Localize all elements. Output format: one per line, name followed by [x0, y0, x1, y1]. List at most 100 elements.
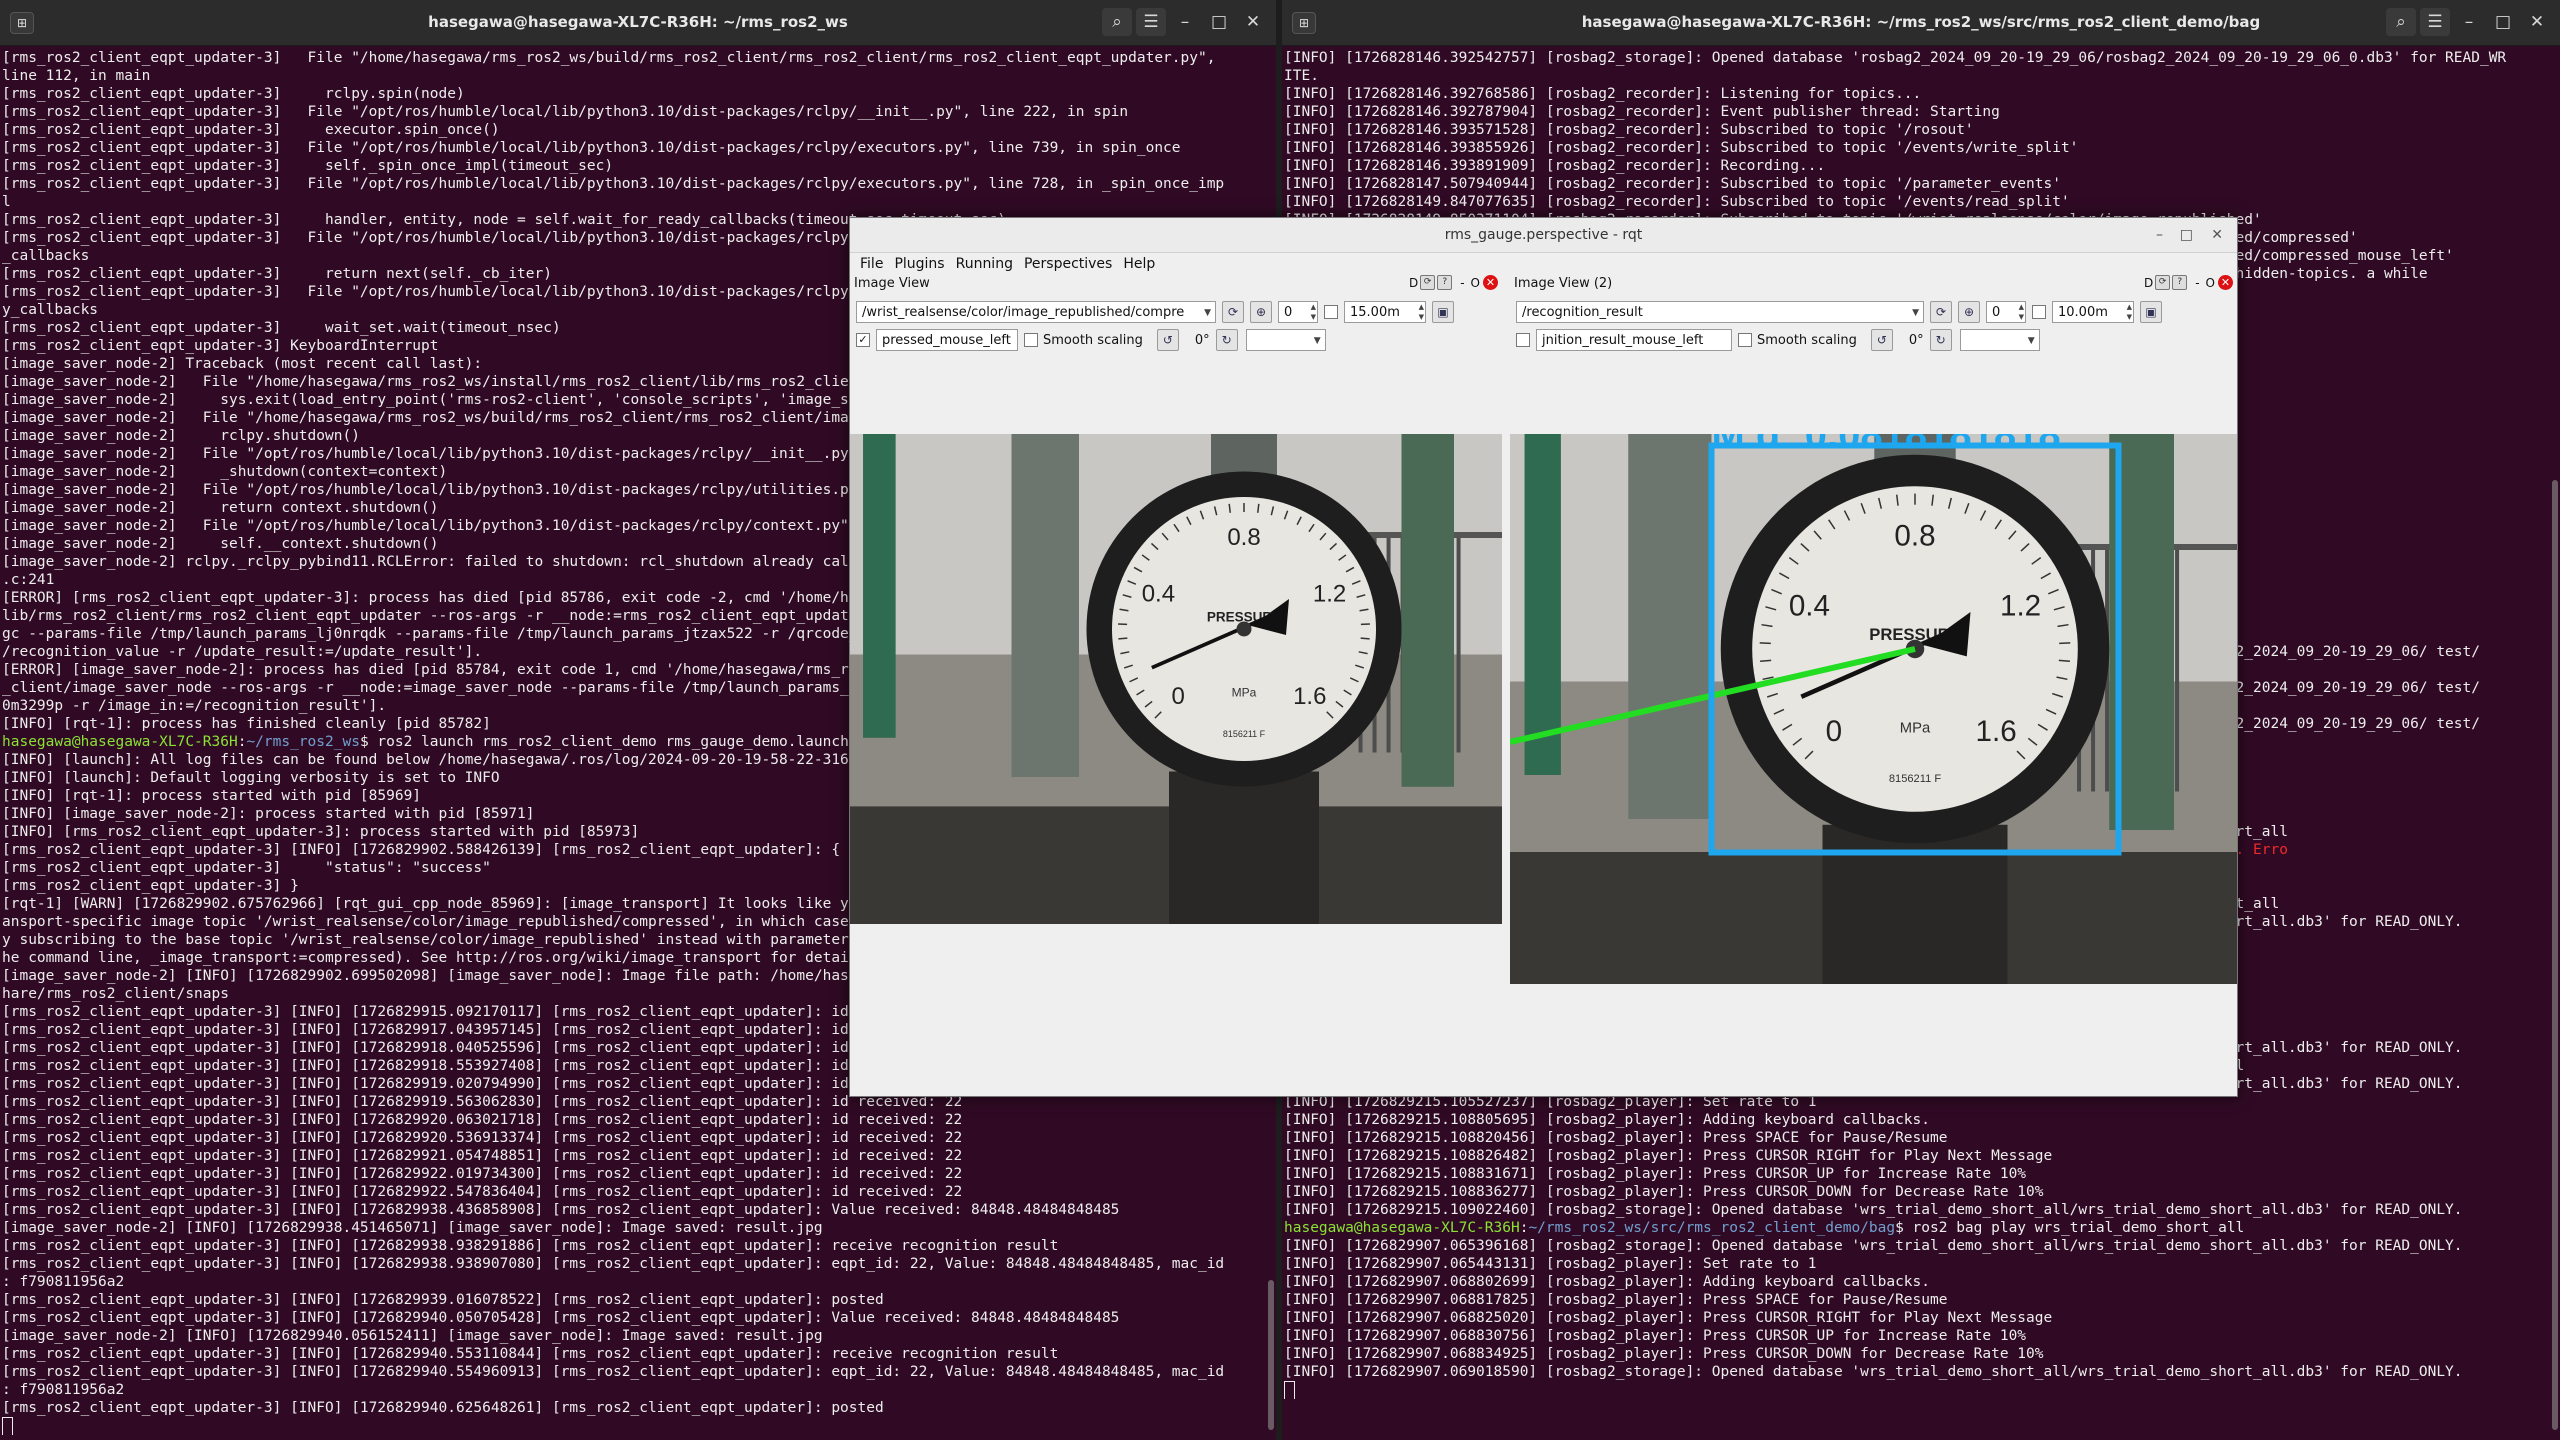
- maximize-icon[interactable]: □: [2180, 218, 2193, 252]
- max-range-value: 10.00m: [2058, 305, 2108, 320]
- dock-float-icon[interactable]: O: [1471, 276, 1480, 290]
- terminal-line: [rms_ros2_client_eqpt_updater-3] self._s…: [2, 158, 614, 174]
- gauge-tick-mark: [1760, 659, 1772, 662]
- minimize-icon[interactable]: –: [2454, 8, 2484, 36]
- gauge-tick-mark: [1360, 637, 1370, 640]
- terminal-left-titlebar[interactable]: ⊞ hasegawa@hasegawa-XL7C-R36H: ~/rms_ros…: [0, 0, 1276, 46]
- refresh-topics-icon[interactable]: ⟳: [1930, 301, 1952, 323]
- dock-d-label[interactable]: D: [1409, 276, 1418, 290]
- terminal-line: [INFO] [1726829907.065396168] [rosbag2_s…: [1284, 1238, 2463, 1254]
- terminal-line: [INFO] [1726829215.109022460] [rosbag2_s…: [1284, 1202, 2463, 1218]
- text-cursor: [2, 1417, 13, 1435]
- terminal-line: [INFO] [1726829215.108831671] [rosbag2_p…: [1284, 1166, 2027, 1182]
- image-view-dock-header[interactable]: Image View D ⟳ ? - O ✕: [850, 274, 1502, 294]
- minimize-icon[interactable]: –: [1170, 8, 1200, 36]
- camera-image-left[interactable]: 0 0.4 0.8 1.2 1.6 PRESSURE MPa 8156211 F: [850, 434, 1502, 924]
- green-pipe: [863, 434, 896, 738]
- terminal-line: [INFO] [1726829215.108805695] [rosbag2_p…: [1284, 1112, 1931, 1128]
- search-icon[interactable]: ⌕: [1102, 8, 1132, 36]
- smooth-scaling-checkbox[interactable]: [1024, 333, 1038, 347]
- menu-running[interactable]: Running: [956, 256, 1013, 272]
- smooth-line-checkbox[interactable]: [1324, 305, 1338, 319]
- save-image-icon[interactable]: ▣: [2140, 301, 2162, 323]
- recognition-result-image[interactable]: 0 0.4 0.8 1.2 1.6 PRESSURE MPa 8156211 FM d: 0.…: [1510, 434, 2237, 984]
- max-range-spinbox[interactable]: 15.00m ▲ ▼: [1344, 301, 1426, 323]
- green-pipe: [1524, 434, 1561, 775]
- zoom-spinbox[interactable]: 0 ▲ ▼: [1278, 301, 1318, 323]
- terminal-line: [rms_ros2_client_eqpt_updater-3] executo…: [2, 122, 500, 138]
- terminal-left-scrollbar[interactable]: [1268, 1280, 1274, 1430]
- color-scheme-select[interactable]: ▼: [1959, 329, 2040, 351]
- search-icon[interactable]: ⌕: [2386, 8, 2416, 36]
- zoom-icon[interactable]: ⊕: [1250, 301, 1272, 323]
- help-icon[interactable]: ?: [2172, 275, 2188, 290]
- reload-icon[interactable]: ⟳: [2155, 275, 2171, 290]
- publish-mouse-checkbox[interactable]: ✓: [856, 333, 870, 347]
- publish-mouse-checkbox[interactable]: [1516, 333, 1530, 347]
- terminal-line: [INFO] [1726829907.068830756] [rosbag2_p…: [1284, 1328, 2027, 1344]
- rotate-right-icon[interactable]: ↻: [1215, 329, 1238, 351]
- terminal-line: [rms_ros2_client_eqpt_updater-3] [INFO] …: [2, 1202, 1120, 1218]
- maximize-icon[interactable]: □: [1204, 8, 1234, 36]
- terminal-right-titlebar[interactable]: ⊞ hasegawa@hasegawa-XL7C-R36H: ~/rms_ros…: [1282, 0, 2560, 46]
- reload-icon[interactable]: ⟳: [1420, 275, 1436, 290]
- menu-help[interactable]: Help: [1123, 256, 1155, 272]
- terminal-line: [rms_ros2_client_eqpt_updater-3] [INFO] …: [2, 1292, 884, 1308]
- terminal-right-scrollbar[interactable]: [2552, 480, 2558, 1430]
- refresh-topics-icon[interactable]: ⟳: [1222, 301, 1244, 323]
- vertical-pipe: [1011, 434, 1079, 777]
- topic-select[interactable]: /wrist_realsense/color/image_republished…: [856, 301, 1216, 323]
- terminal-line: [INFO] [1726829215.108820456] [rosbag2_p…: [1284, 1130, 1948, 1146]
- dock-minimize-icon[interactable]: -: [1460, 276, 1464, 290]
- minimize-icon[interactable]: –: [2156, 218, 2163, 252]
- zoom-icon[interactable]: ⊕: [1958, 301, 1980, 323]
- menu-plugins[interactable]: Plugins: [894, 256, 944, 272]
- railing-bar: [1456, 532, 1461, 753]
- rqt-titlebar[interactable]: rms_gauge.perspective - rqt – □ ✕: [850, 218, 2237, 253]
- smooth-scaling-checkbox[interactable]: [1738, 333, 1752, 347]
- smooth-line-checkbox[interactable]: [2032, 305, 2046, 319]
- gauge-tick-label: 0.8: [1227, 524, 1260, 551]
- color-scheme-select[interactable]: ▼: [1245, 329, 1326, 351]
- menu-file[interactable]: File: [860, 256, 883, 272]
- terminal-line: [rms_ros2_client_eqpt_updater-3] [INFO] …: [2, 1364, 1225, 1380]
- hamburger-menu-icon[interactable]: ☰: [1136, 8, 1166, 36]
- menu-perspectives[interactable]: Perspectives: [1024, 256, 1112, 272]
- mouse-topic-input[interactable]: pressed_mouse_left: [876, 329, 1018, 351]
- mouse-topic-input[interactable]: jnition_result_mouse_left: [1536, 329, 1732, 351]
- close-icon[interactable]: ✕: [2522, 8, 2552, 36]
- terminal-line: : f790811956a2: [2, 1274, 125, 1290]
- dock-float-icon[interactable]: O: [2206, 276, 2215, 290]
- zoom-spinbox[interactable]: 0 ▲ ▼: [1986, 301, 2026, 323]
- rqt-menubar: File Plugins Running Perspectives Help: [850, 253, 2237, 275]
- dock-minimize-icon[interactable]: -: [2195, 276, 2199, 290]
- maximize-icon[interactable]: □: [2488, 8, 2518, 36]
- save-image-icon[interactable]: ▣: [1432, 301, 1454, 323]
- terminal-line: [INFO] [1726829907.068817825] [rosbag2_p…: [1284, 1292, 1948, 1308]
- terminal-line: [rms_ros2_client_eqpt_updater-3] File "/…: [2, 176, 1225, 192]
- help-icon[interactable]: ?: [1437, 275, 1453, 290]
- text-cursor: [1284, 1381, 1295, 1399]
- rqt-window[interactable]: rms_gauge.perspective - rqt – □ ✕ File P…: [849, 217, 2238, 1097]
- gauge-tick-label: 1.6: [1293, 683, 1326, 710]
- rotate-left-icon[interactable]: ↺: [1156, 329, 1179, 351]
- rotate-right-icon[interactable]: ↻: [1929, 329, 1952, 351]
- max-range-spinbox[interactable]: 10.00m ▲ ▼: [2052, 301, 2134, 323]
- image-view-toolbar-2: ✓ pressed_mouse_left Smooth scaling ↺ 0°…: [856, 328, 1326, 352]
- gauge-tick-mark: [2058, 659, 2070, 662]
- prompt-line: hasegawa@hasegawa-XL7C-R36H:~/rms_ros2_w…: [1284, 1220, 2245, 1236]
- gauge-unit: MPa: [1232, 686, 1257, 700]
- rotate-left-icon[interactable]: ↺: [1870, 329, 1893, 351]
- dock-d-label[interactable]: D: [2144, 276, 2153, 290]
- prompt-path: ~/rms_ros2_ws/src/rms_ros2_client_demo/b…: [1528, 1220, 1896, 1236]
- hamburger-menu-icon[interactable]: ☰: [2420, 8, 2450, 36]
- dock-close-icon[interactable]: ✕: [1483, 275, 1498, 290]
- terminal-line: [rms_ros2_client_eqpt_updater-3] [INFO] …: [2, 1130, 963, 1146]
- terminal-line: [rms_ros2_client_eqpt_updater-3] [INFO] …: [2, 1400, 884, 1416]
- dock-close-icon[interactable]: ✕: [2218, 275, 2233, 290]
- image-view-2-dock-header[interactable]: Image View (2) D ⟳ ? - O ✕: [1510, 274, 2237, 294]
- terminal-line: [INFO] [1726828146.392768586] [rosbag2_r…: [1284, 86, 1922, 102]
- close-icon[interactable]: ✕: [2211, 218, 2223, 252]
- close-icon[interactable]: ✕: [1238, 8, 1268, 36]
- topic-select[interactable]: /recognition_result ▼: [1516, 301, 1924, 323]
